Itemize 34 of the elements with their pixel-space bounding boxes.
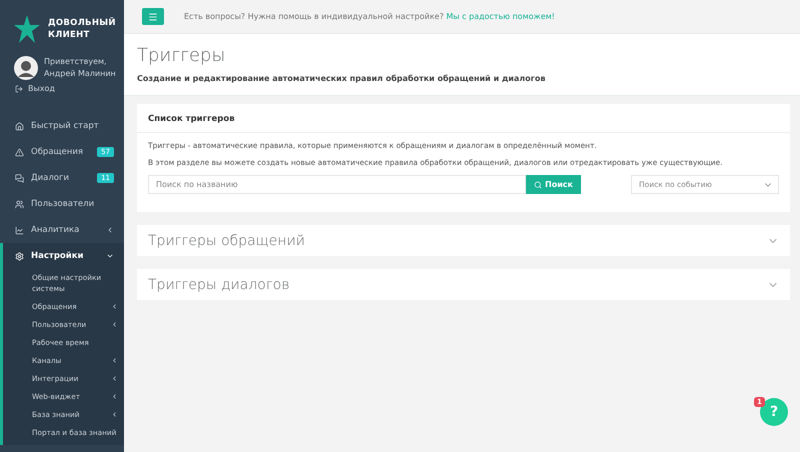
chevron-left-icon [111, 410, 118, 418]
search-icon [534, 180, 542, 188]
chevron-left-icon [111, 302, 118, 310]
search-field[interactable]: Поиск по названию [148, 175, 526, 194]
nav-item[interactable]: Аналитика [0, 217, 124, 243]
page-title: Триггеры [137, 45, 226, 66]
warning-icon [15, 148, 24, 156]
chevron-left-icon [111, 320, 118, 328]
line-chart-icon [15, 226, 24, 234]
collapsible-section[interactable]: Триггеры обращений [137, 225, 790, 256]
page-subtitle: Создание и редактирование автоматических правил обработки обращений и диалогов [137, 74, 546, 83]
logout-link[interactable]: Выход [0, 80, 124, 93]
avatar-icon [14, 56, 38, 80]
star-logo-icon [14, 15, 40, 43]
chevron-left-icon [111, 356, 118, 364]
logout-icon [15, 84, 23, 92]
chat-icon [15, 174, 24, 182]
gear-icon [15, 252, 24, 260]
users-icon [15, 200, 24, 208]
chevron-left-icon [111, 374, 118, 382]
user-greeting: Приветствуем, Андрей Малинин [44, 56, 116, 80]
chevron-left-icon [111, 392, 118, 400]
nav-item[interactable]: Пользователи [0, 191, 124, 217]
nav-item[interactable]: Настройки [0, 243, 124, 269]
home-icon [15, 122, 24, 130]
logo-text: ДОВОЛЬНЫЙ КЛИЕНТ [48, 17, 116, 41]
panel-title: Список триггеров [137, 104, 790, 133]
chevron-down-icon [106, 252, 114, 260]
nav-item[interactable]: Быстрый старт [0, 113, 124, 139]
help-prompt: Есть вопросы? Нужна помощь в индивидуальной настройке? Мы с радостью поможем! [184, 12, 555, 21]
chevron-left-icon [106, 226, 114, 234]
menu-icon [148, 12, 158, 22]
collapsible-section[interactable]: Триггеры диалогов [137, 269, 790, 300]
menu-button[interactable] [142, 8, 164, 25]
